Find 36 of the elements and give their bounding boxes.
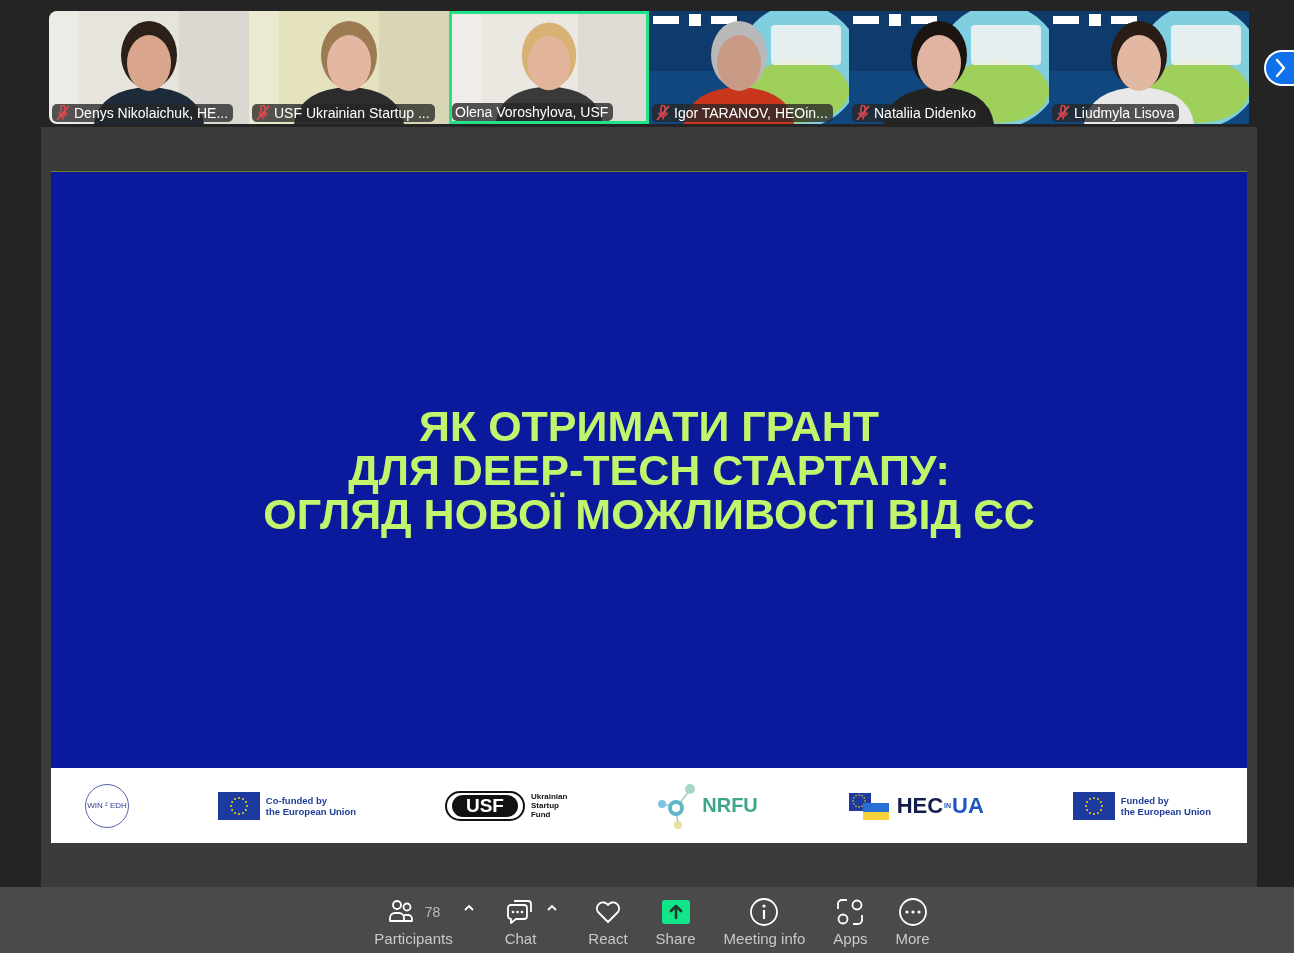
- more-button[interactable]: More: [881, 897, 944, 947]
- logo-text: Co-funded by the European Union: [265, 794, 357, 817]
- participant-name: Nataliia Didenko: [874, 105, 976, 121]
- slide-title-line: ЯК ОТРИМАТИ ГРАНТ: [419, 404, 879, 448]
- logo-text: NRFU: [702, 794, 758, 817]
- logo-text: HEC: [896, 792, 944, 819]
- participant-name: Igor TARANOV, HEOin...: [674, 105, 828, 121]
- more-icon: [897, 897, 928, 927]
- participant-name: Liudmyla Lisova: [1074, 105, 1175, 121]
- react-button[interactable]: React: [574, 897, 642, 947]
- info-button[interactable]: Meeting info: [709, 897, 820, 947]
- participants-button[interactable]: 78 Participants: [360, 897, 467, 947]
- info-icon: [749, 897, 780, 927]
- logo-text: Ukrainian Startup Fund: [530, 792, 568, 819]
- participant-name: USF Ukrainian Startup ...: [274, 105, 430, 121]
- eu-flag-icon: [217, 791, 260, 820]
- flags-icon: [846, 790, 891, 821]
- eu-flag-icon: [1072, 791, 1115, 820]
- chat-button[interactable]: Chat: [490, 897, 551, 947]
- slide-title-line: ДЛЯ DEEP-TECH СТАРТАПУ:: [348, 448, 950, 492]
- participant-count: 78: [424, 904, 441, 920]
- caret-button[interactable]: [546, 903, 559, 913]
- participant-name: Denys Nikolaichuk, HE...: [74, 105, 229, 121]
- share-button[interactable]: Share: [641, 897, 710, 947]
- next-page-button[interactable]: [1264, 50, 1294, 86]
- caret-icon: [546, 903, 559, 913]
- logo-text: Funded by the European Union: [1120, 794, 1211, 817]
- logo-text: UA: [952, 792, 984, 819]
- usf-logo: USF: [444, 790, 525, 821]
- molecule-icon: [656, 781, 697, 830]
- apps-icon: [835, 897, 866, 927]
- participant-name: Olena Voroshylova, USF: [455, 104, 609, 120]
- apps-button[interactable]: Apps: [819, 897, 882, 947]
- chevron-right-icon: [1273, 58, 1287, 78]
- caret-button[interactable]: [462, 903, 475, 913]
- caret-icon: [462, 903, 475, 913]
